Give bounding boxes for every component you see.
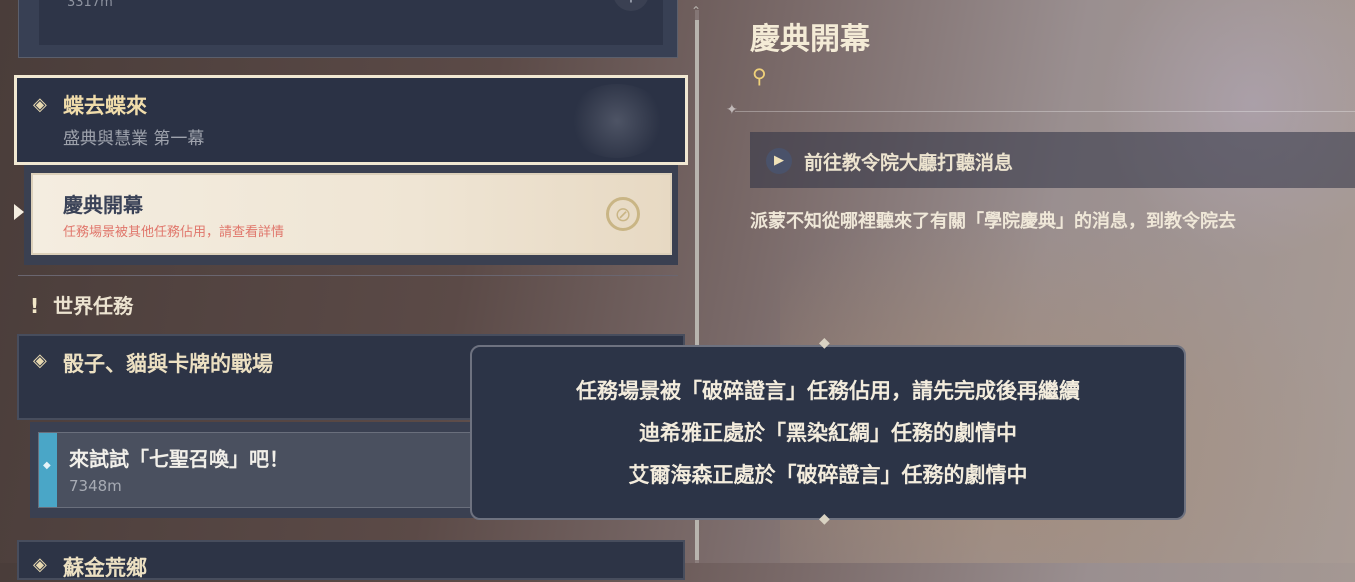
quest-diamond-icon: ◈ — [33, 554, 47, 575]
sub-quest-title: 慶典開幕 — [63, 193, 143, 217]
bottom-quest-title: 蘇金荒鄉 — [63, 556, 147, 580]
step-arrow-icon: ▶ — [766, 148, 792, 174]
selected-quest-chapter: 盛典與慧業 第一幕 — [63, 129, 205, 149]
quest-step-text: 前往教令院大廳打聽消息 — [804, 152, 1014, 174]
small-diamond-icon: ◆ — [43, 460, 51, 471]
quest-card-top-inner — [39, 0, 663, 45]
quest-type-bar: ◆ — [39, 433, 57, 507]
exclamation-icon: ! — [30, 294, 40, 318]
tooltip-gem-icon: ◆ — [819, 335, 830, 351]
quest-description: 派蒙不知從哪裡聽來了有關「學院慶典」的消息，到教令院去 — [750, 211, 1236, 232]
location-pin-icon[interactable]: ⚲ — [752, 64, 767, 88]
tooltip-line-2: 迪希雅正處於「黑染紅綢」任務的劇情中 — [639, 421, 1017, 445]
quest-card-top[interactable]: 3317m ⚲ — [18, 0, 678, 58]
detail-divider — [735, 111, 1355, 112]
world-quest-section-header: ! 世界任務 — [30, 290, 133, 319]
quest-diamond-icon: ◈ — [33, 94, 47, 115]
tooltip-gem-icon: ◆ — [819, 511, 830, 527]
quest-distance: 3317m — [67, 0, 113, 10]
detail-title: 慶典開幕 — [750, 22, 870, 57]
dice-quest-title: 骰子、貓與卡牌的戰場 — [63, 352, 273, 376]
tooltip-line-3: 艾爾海森正處於「破碎證言」任務的劇情中 — [628, 463, 1028, 487]
occupied-tooltip: 任務場景被「破碎證言」任務佔用，請先完成後再繼續 迪希雅正處於「黑染紅綢」任務的… — [470, 345, 1186, 520]
sub-quest-card[interactable]: 慶典開幕 任務場景被其他任務佔用，請查看詳情 ⊘ — [31, 173, 672, 255]
selection-arrow-icon — [14, 204, 24, 220]
world-quest-label: 世界任務 — [53, 294, 134, 318]
try-quest-distance: 7348m — [69, 477, 122, 495]
bottom-quest-card[interactable]: ◈ 蘇金荒鄉 — [17, 540, 685, 580]
blocked-icon[interactable]: ⊘ — [606, 197, 640, 231]
quest-diamond-icon: ◈ — [33, 350, 47, 371]
divider — [18, 275, 678, 276]
tooltip-line-1: 任務場景被「破碎證言」任務佔用，請先完成後再繼續 — [576, 379, 1080, 403]
selected-quest-card[interactable]: ◈ 蝶去蝶來 盛典與慧業 第一幕 — [14, 75, 688, 165]
scroll-up-icon[interactable]: ⌃ — [691, 4, 701, 18]
divider-star-icon: ✦ — [726, 102, 738, 118]
sub-quest-warning: 任務場景被其他任務佔用，請查看詳情 — [63, 225, 285, 240]
archon-emblem-icon — [567, 84, 667, 158]
try-quest-title: 來試試「七聖召喚」吧！ — [69, 447, 289, 471]
selected-quest-title: 蝶去蝶來 — [63, 94, 147, 118]
